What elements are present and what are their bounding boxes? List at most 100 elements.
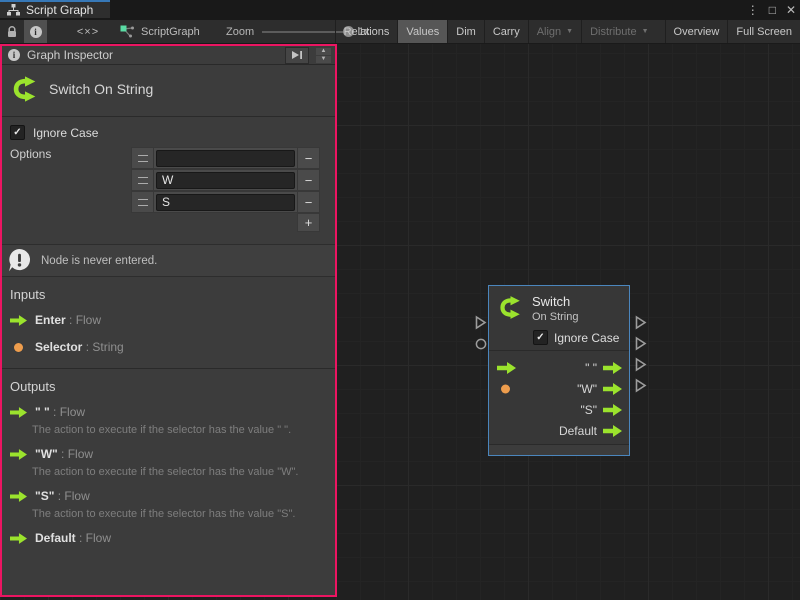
inspector-node-title: Switch On String — [49, 81, 153, 97]
flow-arrow-icon — [10, 449, 27, 460]
flow-arrow-icon — [10, 315, 27, 326]
flow-arrow-icon — [10, 407, 27, 418]
inspector-header-title: Graph Inspector — [27, 48, 278, 62]
output-port-description: The action to execute if the selector ha… — [32, 466, 335, 478]
node-port-row: "W" — [489, 378, 629, 399]
window-menu-icon[interactable]: ⋮ — [747, 0, 759, 20]
selector-port[interactable] — [501, 384, 510, 393]
distribute-button[interactable]: Distribute▼ — [581, 20, 656, 43]
code-preview-button[interactable]: <×> — [70, 20, 106, 43]
node-subtitle: On String — [532, 311, 578, 323]
external-flow-out-socket[interactable] — [634, 357, 647, 372]
popout-icon — [291, 50, 303, 60]
remove-option-button[interactable]: − — [297, 191, 320, 213]
ignore-case-checkbox[interactable]: ✓ — [10, 125, 25, 140]
dim-button[interactable]: Dim — [447, 20, 484, 43]
option-input[interactable] — [156, 194, 295, 211]
external-flow-out-socket[interactable] — [634, 378, 647, 393]
flow-out-port[interactable] — [603, 425, 622, 437]
output-port-description: The action to execute if the selector ha… — [32, 424, 335, 436]
info-icon: i — [30, 26, 42, 38]
options-list: − − − + — [131, 147, 320, 232]
popout-button[interactable] — [285, 47, 309, 64]
input-port-row: Enter : Flow — [10, 311, 335, 329]
switch-on-string-node[interactable]: Switch On String ✓ Ignore Case " " "W" — [488, 285, 630, 456]
remove-option-button[interactable]: − — [297, 147, 320, 169]
align-button[interactable]: Align▼ — [528, 20, 581, 43]
option-input[interactable] — [156, 172, 295, 189]
options-label: Options — [10, 147, 131, 232]
carry-button[interactable]: Carry — [484, 20, 528, 43]
output-port-row: "S" : Flow — [10, 487, 335, 505]
flow-out-port[interactable] — [603, 404, 622, 416]
chevron-down-icon: ▼ — [566, 28, 573, 35]
option-input[interactable] — [156, 150, 295, 167]
warning-bubble-icon — [7, 248, 32, 273]
inspector-header: i Graph Inspector ▲ ▼ — [2, 46, 335, 65]
port-label: "S" — [580, 403, 597, 417]
remove-option-button[interactable]: − — [297, 169, 320, 191]
output-port-row: Default : Flow — [10, 529, 335, 547]
window-maximize-icon[interactable]: □ — [769, 0, 776, 20]
add-option-button[interactable]: + — [297, 213, 320, 232]
flow-out-port[interactable] — [603, 362, 622, 374]
chevron-down-icon: ▼ — [642, 28, 649, 35]
node-port-row: Default — [489, 420, 629, 441]
output-port-row: "W" : Flow — [10, 445, 335, 463]
port-label: Default — [559, 424, 597, 438]
scroll-spinner: ▲ ▼ — [316, 48, 331, 63]
window-titlebar: Script Graph ⋮ □ ✕ — [0, 0, 800, 20]
node-title: Switch — [532, 294, 578, 309]
drag-handle-icon[interactable] — [131, 147, 154, 169]
ignore-case-label: Ignore Case — [33, 126, 98, 140]
external-value-socket[interactable] — [475, 338, 487, 350]
fullscreen-button[interactable]: Full Screen — [727, 20, 800, 43]
value-dot-icon — [14, 343, 23, 352]
relations-button[interactable]: Relations — [335, 20, 398, 43]
window-close-icon[interactable]: ✕ — [786, 0, 796, 20]
graph-hierarchy-icon — [7, 4, 20, 16]
overview-button[interactable]: Overview — [665, 20, 728, 43]
node-ignore-case-checkbox[interactable]: ✓ — [533, 330, 548, 345]
info-icon: i — [8, 49, 20, 61]
port-label: " " — [585, 361, 597, 375]
graph-name-label: ScriptGraph — [141, 26, 200, 38]
node-footer — [489, 444, 629, 455]
enter-port[interactable] — [497, 362, 516, 374]
spinner-down-button[interactable]: ▼ — [316, 56, 331, 63]
drag-handle-icon[interactable] — [131, 191, 154, 213]
lock-icon — [6, 25, 18, 39]
script-graph-icon — [120, 25, 135, 38]
tab-label: Script Graph — [26, 3, 93, 17]
zoom-label: Zoom — [226, 26, 254, 38]
spinner-up-button[interactable]: ▲ — [316, 48, 331, 55]
switch-icon — [10, 74, 40, 104]
warning-text: Node is never entered. — [41, 255, 157, 267]
option-row: − — [131, 147, 320, 169]
graph-inspector-panel: i Graph Inspector ▲ ▼ Switch On String ✓… — [0, 44, 337, 597]
external-flow-out-socket[interactable] — [634, 336, 647, 351]
outputs-header: Outputs — [10, 379, 335, 394]
switch-icon — [497, 294, 524, 323]
values-button[interactable]: Values — [397, 20, 447, 43]
warning-banner: Node is never entered. — [2, 244, 335, 277]
lock-button[interactable] — [0, 20, 23, 43]
flow-out-port[interactable] — [603, 383, 622, 395]
flow-arrow-icon — [10, 491, 27, 502]
port-label: "W" — [577, 382, 597, 396]
drag-handle-icon[interactable] — [131, 169, 154, 191]
tab-script-graph[interactable]: Script Graph — [0, 0, 110, 18]
inputs-header: Inputs — [10, 287, 335, 302]
external-flow-in-socket[interactable] — [474, 315, 487, 330]
external-flow-out-socket[interactable] — [634, 315, 647, 330]
node-port-row: " " — [489, 357, 629, 378]
output-port-description: The action to execute if the selector ha… — [32, 508, 335, 520]
input-port-row: Selector : String — [14, 338, 335, 356]
graph-toolbar: i <×> ScriptGraph Zoom 1x Relations Valu… — [0, 20, 800, 44]
option-row: − — [131, 169, 320, 191]
inspector-toggle-button[interactable]: i — [24, 20, 47, 43]
node-port-row: "S" — [489, 399, 629, 420]
code-icon: <×> — [77, 26, 99, 38]
graph-breadcrumb[interactable]: ScriptGraph — [120, 20, 200, 43]
option-row: − — [131, 191, 320, 213]
